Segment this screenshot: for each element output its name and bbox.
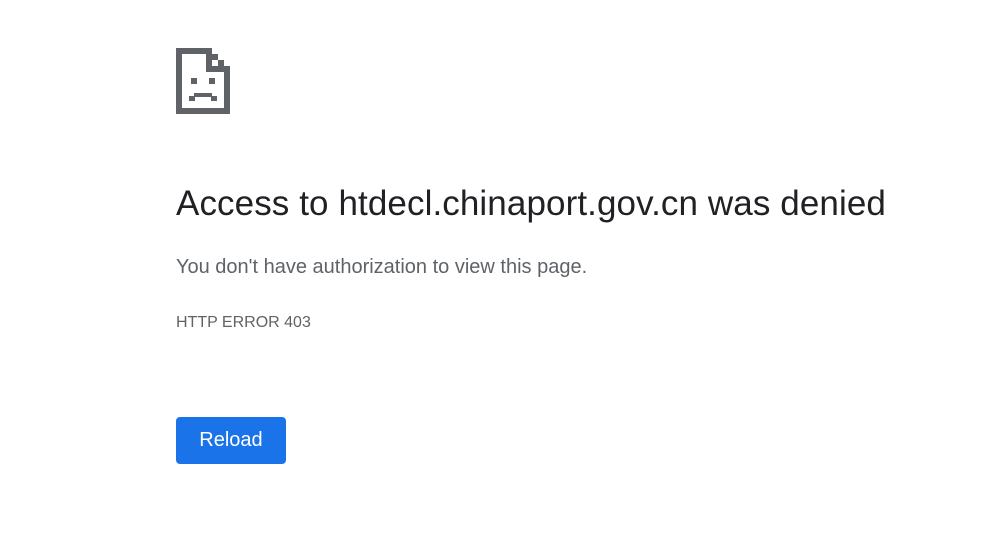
error-message: You don't have authorization to view thi…: [176, 256, 588, 278]
error-page: Access to htdecl.chinaport.gov.cn was de…: [0, 0, 994, 533]
page-title: Access to htdecl.chinaport.gov.cn was de…: [176, 184, 886, 223]
sad-document-icon: [176, 48, 230, 114]
error-code: HTTP ERROR 403: [176, 314, 311, 331]
reload-button[interactable]: Reload: [176, 417, 286, 464]
